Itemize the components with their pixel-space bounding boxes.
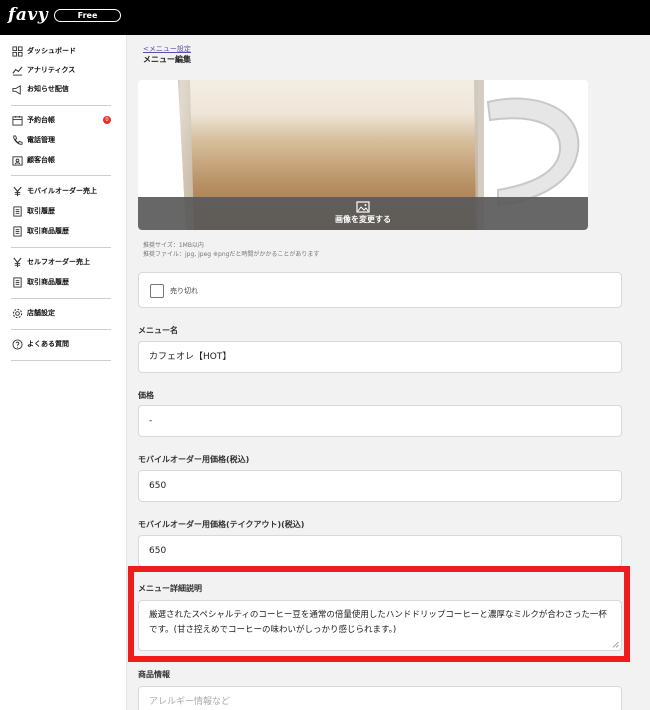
sidebar-divider — [11, 298, 111, 299]
top-bar: favy Free — [0, 0, 650, 35]
sidebar-item-label: お知らせ配信 — [27, 85, 69, 93]
sidebar-item-label: モバイルオーダー売上 — [27, 187, 97, 195]
sidebar-item-label: ダッシュボード — [27, 47, 76, 55]
sidebar-item-store-settings[interactable]: 店舗設定 — [11, 305, 55, 321]
sidebar-item-transaction-product-history[interactable]: 取引商品履歴 — [11, 223, 69, 239]
mobile-order-price-input[interactable]: 650 — [138, 470, 622, 502]
mobile-takeout-price-input[interactable]: 650 — [138, 535, 622, 567]
sidebar-divider — [11, 247, 111, 248]
price-label: 価格 — [138, 391, 154, 400]
mobile-takeout-price-label: モバイルオーダー用価格(テイクアウト)(税込) — [138, 520, 305, 529]
sidebar-item-customers[interactable]: 顧客台帳 — [11, 152, 55, 168]
sold-out-option: 売り切れ — [138, 272, 622, 308]
sidebar-item-analytics[interactable]: アナリティクス — [11, 62, 75, 78]
plan-badge: Free — [54, 9, 121, 22]
image-icon — [356, 201, 370, 213]
analytics-icon — [11, 64, 23, 76]
sidebar-item-label: 顧客台帳 — [27, 156, 55, 164]
menu-name-label: メニュー名 — [138, 326, 178, 335]
image-file-hint: 推奨ファイル：jpg, jpeg ※pngだと時間がかかることがあります — [143, 251, 320, 258]
sidebar-item-label: 予約台帳 — [27, 116, 55, 124]
breadcrumb-back-link[interactable]: <メニュー設定 — [143, 44, 191, 54]
grid-icon — [11, 45, 23, 57]
sidebar-item-reservations[interactable]: 予約台帳 — [11, 112, 55, 128]
sidebar-divider — [11, 175, 111, 176]
menu-image-preview: 画像を変更する — [138, 80, 588, 230]
change-image-button[interactable]: 画像を変更する — [138, 197, 588, 230]
customer-book-icon — [11, 154, 23, 166]
sidebar-item-label: 電話管理 — [27, 136, 55, 144]
sidebar-item-phone[interactable]: 電話管理 — [11, 132, 55, 148]
sidebar-item-label: 取引商品履歴 — [27, 278, 69, 286]
sidebar-item-self-order-sales[interactable]: セルフオーダー売上 — [11, 254, 90, 270]
mobile-order-price-label: モバイルオーダー用価格(税込) — [138, 455, 250, 464]
menu-name-input[interactable]: カフェオレ【HOT】 — [138, 341, 622, 373]
gear-icon — [11, 307, 23, 319]
product-info-input[interactable]: アレルギー情報など — [138, 686, 622, 710]
page-title: メニュー編集 — [143, 55, 191, 64]
phone-icon — [11, 134, 23, 146]
sidebar-divider — [11, 329, 111, 330]
product-info-label: 商品情報 — [138, 670, 170, 679]
sidebar-item-self-order-product-history[interactable]: 取引商品履歴 — [11, 274, 69, 290]
calendar-icon — [11, 114, 23, 126]
sidebar-item-notifications[interactable]: お知らせ配信 — [11, 81, 69, 97]
yen-icon — [11, 185, 23, 197]
sidebar: ダッシュボード アナリティクス お知らせ配信 予約台帳 0 電話管理 顧客台帳 … — [0, 35, 127, 710]
question-icon — [11, 338, 23, 350]
sidebar-item-label: 店舗設定 — [27, 309, 55, 317]
yen-icon — [11, 256, 23, 268]
description-highlight-box — [128, 566, 630, 662]
document-icon — [11, 276, 23, 288]
sidebar-item-label: よくある質問 — [27, 340, 69, 348]
sold-out-label: 売り切れ — [170, 287, 198, 295]
document-icon — [11, 205, 23, 217]
sidebar-item-label: 取引商品履歴 — [27, 227, 69, 235]
sidebar-item-label: アナリティクス — [27, 66, 76, 74]
sidebar-divider — [11, 105, 111, 106]
sidebar-item-dashboard[interactable]: ダッシュボード — [11, 43, 76, 59]
notification-badge: 0 — [103, 116, 111, 124]
megaphone-icon — [11, 83, 23, 95]
change-image-label: 画像を変更する — [335, 215, 391, 224]
document-icon — [11, 225, 23, 237]
sidebar-item-label: 取引履歴 — [27, 207, 55, 215]
image-size-hint: 推奨サイズ：1MB以内 — [143, 242, 204, 249]
sidebar-item-faq[interactable]: よくある質問 — [11, 336, 69, 352]
sidebar-item-label: セルフオーダー売上 — [27, 258, 90, 266]
sold-out-checkbox[interactable] — [150, 284, 164, 298]
sidebar-item-transaction-history[interactable]: 取引履歴 — [11, 203, 55, 219]
sidebar-item-mobile-order-sales[interactable]: モバイルオーダー売上 — [11, 183, 97, 199]
favy-logo[interactable]: favy — [8, 5, 48, 25]
sidebar-divider — [11, 360, 111, 361]
price-input[interactable]: - — [138, 405, 622, 437]
